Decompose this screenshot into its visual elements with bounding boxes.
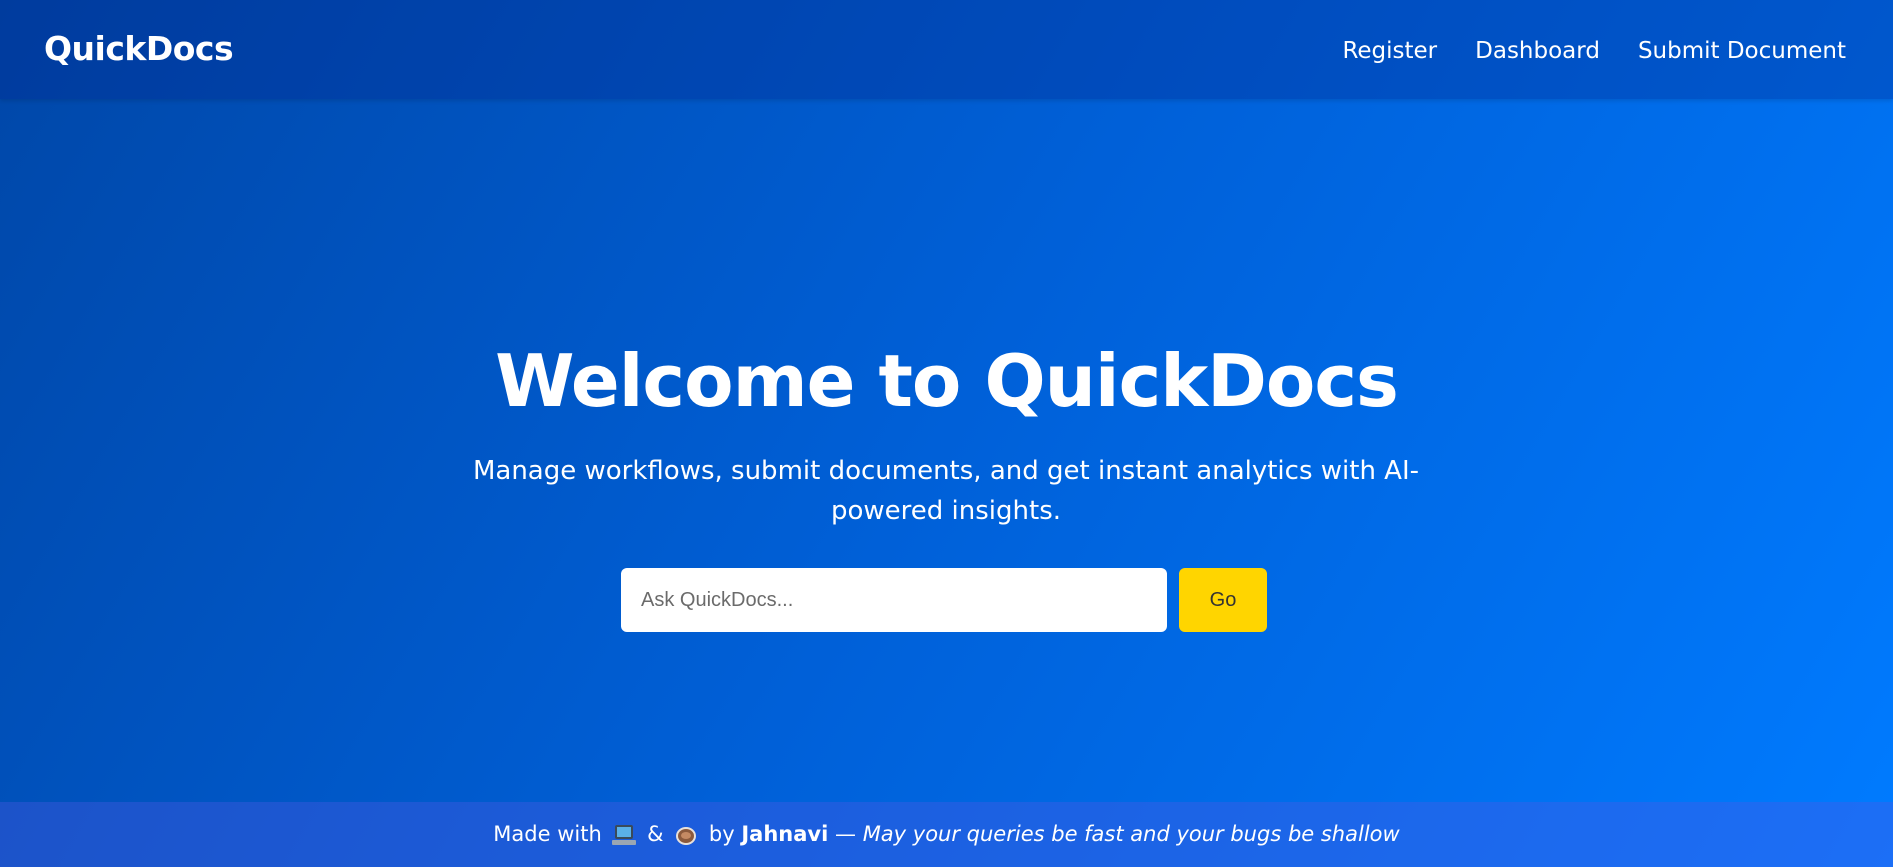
- nav-links: Register Dashboard Submit Document: [1342, 33, 1846, 69]
- coffee-icon: [674, 823, 698, 847]
- nav-link-submit-document[interactable]: Submit Document: [1638, 33, 1846, 69]
- footer: Made with & by Jahnavi — May your querie…: [0, 802, 1893, 867]
- ask-input[interactable]: [621, 568, 1167, 632]
- nav-link-dashboard[interactable]: Dashboard: [1475, 33, 1600, 69]
- footer-tagline: May your queries be fast and your bugs b…: [862, 822, 1400, 846]
- go-button[interactable]: Go: [1179, 568, 1267, 632]
- nav-link-register[interactable]: Register: [1342, 33, 1437, 69]
- hero-section: Welcome to QuickDocs Manage workflows, s…: [0, 99, 1893, 802]
- ask-form: Go: [621, 568, 1267, 632]
- footer-amp: &: [647, 822, 664, 846]
- footer-author: Jahnavi: [741, 822, 829, 846]
- hero-subtitle: Manage workflows, submit documents, and …: [472, 456, 1420, 526]
- footer-made-with: Made with: [493, 822, 602, 846]
- laptop-icon: [612, 824, 637, 846]
- navbar: QuickDocs Register Dashboard Submit Docu…: [0, 0, 1893, 99]
- footer-by: by: [708, 822, 735, 846]
- footer-dash: —: [835, 822, 856, 846]
- hero-title: Welcome to QuickDocs: [495, 339, 1399, 423]
- brand-logo[interactable]: QuickDocs: [44, 29, 234, 69]
